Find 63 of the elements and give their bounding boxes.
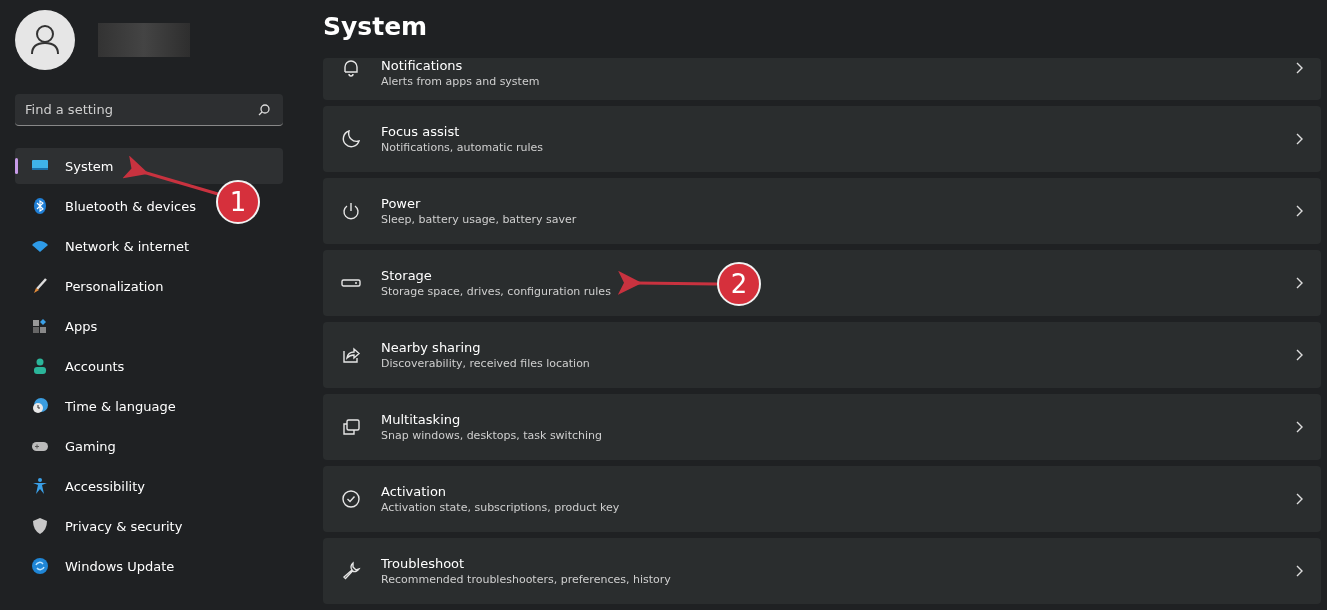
apps-icon [31, 317, 49, 335]
windows-icon [341, 417, 361, 437]
nav-item[interactable]: Bluetooth & devices [15, 188, 204, 224]
setting-title: Activation [381, 484, 447, 499]
step-badge: 2 [717, 262, 761, 306]
person-icon [31, 357, 49, 375]
share-icon [341, 345, 361, 365]
search-icon [257, 103, 271, 117]
chevron-right-icon [1295, 565, 1303, 577]
setting-title: Power [381, 196, 421, 211]
chevron-right-icon [1295, 349, 1303, 361]
settings-card[interactable]: Nearby sharing Discoverability, received files location [323, 322, 1321, 388]
setting-description: Discoverability, received files location [381, 357, 590, 370]
power-icon [341, 201, 361, 221]
refresh-icon [31, 557, 49, 575]
step-badge: 1 [216, 180, 260, 224]
nav-item[interactable]: Gaming [15, 428, 124, 464]
setting-description: Recommended troubleshooters, preferences, history [381, 573, 671, 586]
nav-item[interactable]: Privacy & security [15, 508, 191, 544]
setting-description: Snap windows, desktops, task switching [381, 429, 602, 442]
setting-title: Multitasking [381, 412, 461, 427]
setting-title: Storage [381, 268, 432, 283]
setting-description: Storage space, drives, configuration rules [381, 285, 611, 298]
bluetooth-icon [31, 197, 49, 215]
setting-title: Focus assist [381, 124, 460, 139]
check-circle-icon [341, 489, 361, 509]
settings-card[interactable]: Power Sleep, battery usage, battery saver [323, 178, 1321, 244]
search-field[interactable]: Find a setting [15, 94, 283, 126]
settings-card[interactable]: Focus assist Notifications, automatic rules [323, 106, 1321, 172]
bell-icon [341, 58, 361, 78]
settings-card[interactable]: Troubleshoot Recommended troubleshooters, preferences, history [323, 538, 1321, 604]
settings-card[interactable]: Multitasking Snap windows, desktops, task switching [323, 394, 1321, 460]
nav-item[interactable]: Accounts [15, 348, 133, 384]
setting-title: Troubleshoot [381, 556, 465, 571]
clock-icon [31, 397, 49, 415]
setting-title: Nearby sharing [381, 340, 481, 355]
setting-description: Activation state, subscriptions, product key [381, 501, 620, 514]
page-title: System [323, 12, 429, 43]
shield-icon [31, 517, 49, 535]
chevron-right-icon [1295, 493, 1303, 505]
moon-icon [341, 129, 361, 149]
chevron-right-icon [1295, 205, 1303, 217]
nav-item[interactable]: Personalization [15, 268, 172, 304]
setting-description: Sleep, battery usage, battery saver [381, 213, 577, 226]
nav-item[interactable]: Network & internet [15, 228, 198, 264]
setting-description: Notifications, automatic rules [381, 141, 543, 154]
chevron-right-icon [1295, 133, 1303, 145]
accessibility-icon [31, 477, 49, 495]
setting-description: Alerts from apps and system [381, 75, 540, 88]
wrench-icon [341, 561, 361, 581]
nav-item[interactable]: System [15, 148, 283, 184]
nav-item[interactable]: Windows Update [15, 548, 183, 584]
brush-icon [31, 277, 49, 295]
nav-item[interactable]: Apps [15, 308, 106, 344]
settings-card[interactable]: Activation Activation state, subscriptions, product key [323, 466, 1321, 532]
chevron-right-icon [1295, 421, 1303, 433]
chevron-right-icon [1295, 277, 1303, 289]
nav-item[interactable]: Time & language [15, 388, 184, 424]
nav-item[interactable]: Accessibility [15, 468, 153, 504]
chevron-right-icon [1295, 62, 1303, 74]
avatar [15, 10, 75, 70]
settings-card[interactable]: Notifications Alerts from apps and system [323, 58, 1321, 100]
setting-title: Notifications [381, 58, 463, 73]
